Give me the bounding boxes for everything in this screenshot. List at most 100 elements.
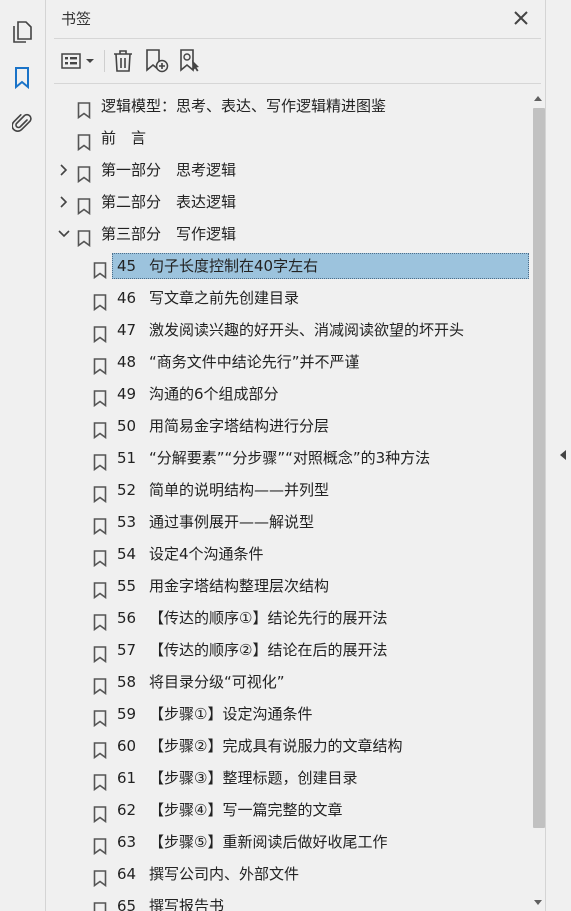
bookmark-label: 【步骤②】完成具有说服力的文章结构 [149,737,403,755]
bookmark-icon [93,738,107,760]
bookmark-item[interactable]: 53 通过事例展开——解说型 [46,506,533,538]
bookmark-item[interactable]: 65 撰写报告书 [46,890,533,911]
bookmark-item[interactable]: 61 【步骤③】整理标题，创建目录 [46,762,533,794]
bookmark-label: 将目录分级“可视化” [149,673,285,691]
bookmark-label: 【步骤③】整理标题，创建目录 [149,769,358,787]
options-menu-icon [61,53,94,69]
bookmark-icon [93,354,107,376]
bookmark-icon [93,546,107,568]
bookmark-item[interactable]: 第三部分 写作逻辑 [46,218,533,250]
options-menu-button[interactable] [60,47,98,75]
bookmark-icon[interactable] [8,64,36,92]
bookmark-item[interactable]: 47 激发阅读兴趣的好开头、消减阅读欲望的坏开头 [46,314,533,346]
bookmark-icon [77,226,91,248]
bookmark-item[interactable]: 58 将目录分级“可视化” [46,666,533,698]
bookmark-number: 59 [117,705,137,723]
bookmark-icon [93,322,107,344]
bookmark-item[interactable]: 45 句子长度控制在40字左右 [46,250,533,282]
bookmark-label: 写文章之前先创建目录 [149,289,300,307]
bookmark-number: 52 [117,481,137,499]
panel-collapse-strip[interactable] [545,0,571,911]
bookmark-item[interactable]: 56 【传达的顺序①】结论先行的展开法 [46,602,533,634]
bookmark-label: 第一部分 思考逻辑 [101,161,237,179]
bookmarks-panel: 书签 逻辑模型：思考、表达、写作逻辑精进图鉴 前 言 第一部分 思考逻辑 第二部… [46,0,541,911]
bookmark-label: 【步骤①】设定沟通条件 [149,705,313,723]
bookmark-item[interactable]: 62 【步骤④】写一篇完整的文章 [46,794,533,826]
scroll-up-icon[interactable] [534,96,542,101]
bookmark-label: 用简易金字塔结构进行分层 [149,417,330,435]
divider [54,83,541,84]
new-bookmark-icon [146,49,169,73]
scroll-down-icon[interactable] [534,900,542,905]
bookmark-icon [93,898,107,911]
bookmark-item[interactable]: 第一部分 思考逻辑 [46,154,533,186]
bookmark-number: 60 [117,737,137,755]
bookmark-item[interactable]: 57 【传达的顺序②】结论在后的展开法 [46,634,533,666]
scrollbar-thumb[interactable] [533,108,545,828]
bookmark-item[interactable]: 48 “商务文件中结论先行”并不严谨 [46,346,533,378]
bookmark-label: 通过事例展开——解说型 [149,513,315,531]
bookmark-number: 47 [117,321,137,339]
bookmark-item[interactable]: 46 写文章之前先创建目录 [46,282,533,314]
bookmark-item[interactable]: 49 沟通的6个组成部分 [46,378,533,410]
bookmark-number: 57 [117,641,137,659]
close-button[interactable] [509,6,533,30]
chevron-right-icon[interactable] [57,163,71,177]
vertical-scrollbar[interactable] [531,90,545,911]
bookmark-item[interactable]: 第二部分 表达逻辑 [46,186,533,218]
bookmark-icon [93,482,107,504]
bookmark-item[interactable]: 前 言 [46,122,533,154]
bookmark-item[interactable]: 52 简单的说明结构——并列型 [46,474,533,506]
bookmark-item[interactable]: 63 【步骤⑤】重新阅读后做好收尾工作 [46,826,533,858]
bookmark-label: 【步骤④】写一篇完整的文章 [149,801,343,819]
bookmark-item[interactable]: 60 【步骤②】完成具有说服力的文章结构 [46,730,533,762]
bookmark-from-selection-button[interactable] [178,47,204,75]
toolbar-separator [104,50,105,72]
attachment-icon[interactable] [8,110,36,138]
bookmark-icon [93,450,107,472]
new-bookmark-button[interactable] [144,47,170,75]
bookmark-number: 65 [117,897,137,911]
bookmark-icon [93,802,107,824]
bookmark-item[interactable]: 64 撰写公司内、外部文件 [46,858,533,890]
chevron-right-icon[interactable] [57,195,71,209]
bookmark-number: 54 [117,545,137,563]
bookmark-item[interactable]: 50 用简易金字塔结构进行分层 [46,410,533,442]
bookmark-label: 撰写公司内、外部文件 [149,865,300,883]
bookmark-item[interactable]: 55 用金字塔结构整理层次结构 [46,570,533,602]
bookmark-label: “商务文件中结论先行”并不严谨 [149,353,360,371]
bookmark-number: 46 [117,289,137,307]
bookmark-toolbar [46,40,541,82]
bookmark-icon [77,130,91,152]
bookmark-tree: 逻辑模型：思考、表达、写作逻辑精进图鉴前 言第一部分 思考逻辑第二部分 表达逻辑… [46,90,533,911]
bookmark-icon [93,514,107,536]
chevron-down-icon[interactable] [57,227,71,241]
collapse-arrow-icon[interactable] [560,450,566,460]
bookmark-label: 【传达的顺序②】结论在后的展开法 [149,641,388,659]
bookmark-icon [93,290,107,312]
bookmark-item[interactable]: 51 “分解要素”“分步骤”“对照概念”的3种方法 [46,442,533,474]
bookmark-icon [93,674,107,696]
bookmark-label: 前 言 [101,129,147,147]
divider [54,38,541,39]
bookmark-label: 用金字塔结构整理层次结构 [149,577,330,595]
bookmark-number: 64 [117,865,137,883]
bookmark-number: 50 [117,417,137,435]
bookmark-number: 49 [117,385,137,403]
bookmark-label: 逻辑模型：思考、表达、写作逻辑精进图鉴 [101,97,387,115]
bookmark-item[interactable]: 逻辑模型：思考、表达、写作逻辑精进图鉴 [46,90,533,122]
pages-icon[interactable] [8,18,36,46]
delete-bookmark-button[interactable] [112,47,134,75]
close-icon [514,11,528,25]
bookmark-label: 激发阅读兴趣的好开头、消减阅读欲望的坏开头 [149,321,465,339]
bookmark-icon [77,98,91,120]
bookmark-number: 58 [117,673,137,691]
bookmark-number: 55 [117,577,137,595]
bookmark-icon [77,194,91,216]
bookmark-label: 设定4个沟通条件 [149,545,264,563]
bookmark-icon [93,386,107,408]
bookmark-label: 【传达的顺序①】结论先行的展开法 [149,609,388,627]
bookmark-item[interactable]: 59 【步骤①】设定沟通条件 [46,698,533,730]
panel-header: 书签 [46,0,541,38]
bookmark-item[interactable]: 54 设定4个沟通条件 [46,538,533,570]
